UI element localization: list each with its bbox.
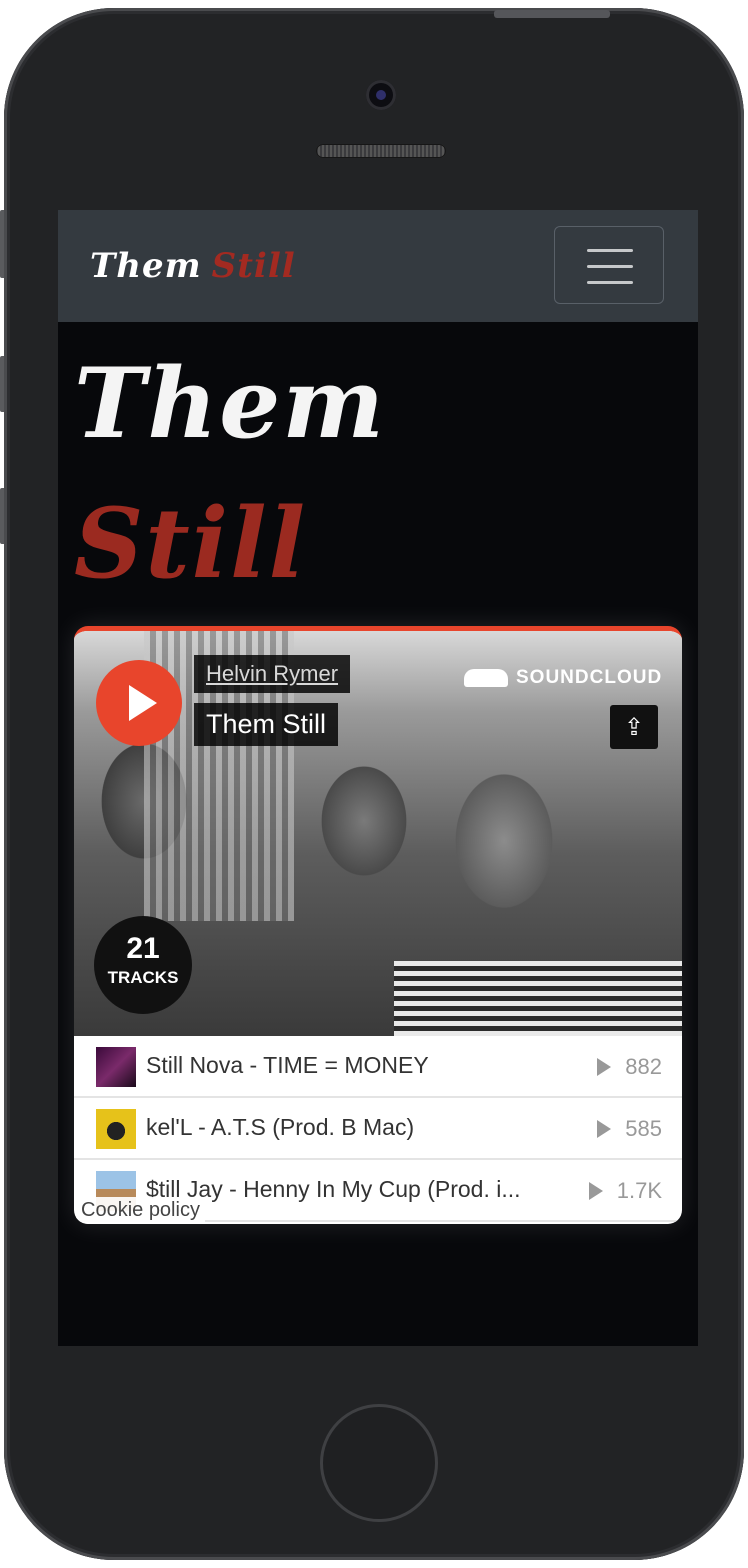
artist-link[interactable]: Helvin Rymer: [194, 655, 351, 693]
navbar-brand[interactable]: Them Still: [90, 246, 296, 286]
track-title: kel'L - A.T.S (Prod. B Mac): [146, 1114, 415, 1140]
front-camera: [366, 80, 396, 110]
track-thumbnail: [96, 1109, 136, 1149]
brand-word-still: Still: [211, 246, 296, 286]
brand-word-them: Them: [90, 246, 202, 286]
soundcloud-player: Helvin Rymer Them Still SOUNDCLOUD ⇪ 21 …: [74, 626, 682, 1224]
cookie-policy-link[interactable]: Cookie policy: [76, 1197, 205, 1224]
earpiece-speaker: [316, 144, 446, 158]
cloud-icon: [464, 669, 508, 687]
menu-toggle-button[interactable]: [554, 226, 664, 304]
hero-line-them: Them: [74, 347, 386, 460]
playlist-artwork[interactable]: Helvin Rymer Them Still SOUNDCLOUD ⇪ 21 …: [74, 631, 682, 1036]
soundcloud-wordmark: SOUNDCLOUD: [516, 667, 663, 688]
soundcloud-logo[interactable]: SOUNDCLOUD: [464, 667, 662, 689]
track-count: 21: [126, 932, 160, 965]
playlist-title[interactable]: Them Still: [194, 703, 339, 746]
navbar: Them Still: [58, 210, 698, 322]
play-icon[interactable]: [96, 660, 182, 746]
hamburger-icon: [587, 249, 633, 252]
play-count-icon: [597, 1058, 612, 1076]
share-icon[interactable]: ⇪: [610, 705, 658, 749]
play-count: 1.7K: [588, 1178, 662, 1204]
track-row[interactable]: kel'L - A.T.S (Prod. B Mac) 585: [74, 1098, 682, 1160]
hero-title: Them Still: [74, 334, 386, 614]
power-button: [494, 10, 610, 18]
track-list: Still Nova - TIME = MONEY 882 kel'L - A.…: [74, 1036, 682, 1222]
play-count: 882: [597, 1054, 662, 1080]
track-title: $till Jay - Henny In My Cup (Prod. i...: [146, 1176, 521, 1202]
track-count-label: TRACKS: [107, 968, 179, 987]
track-row[interactable]: Still Nova - TIME = MONEY 882: [74, 1036, 682, 1098]
hero-line-still: Still: [74, 487, 308, 600]
tracks-count-badge: 21 TRACKS: [94, 916, 192, 1014]
track-thumbnail: [96, 1047, 136, 1087]
play-count-icon: [588, 1182, 603, 1200]
play-count-icon: [597, 1120, 612, 1138]
track-title: Still Nova - TIME = MONEY: [146, 1052, 429, 1078]
play-count: 585: [597, 1116, 662, 1142]
phone-screen: Them Still Them Still Helvin Rymer Them S…: [58, 210, 698, 1346]
home-button[interactable]: [320, 1404, 438, 1522]
